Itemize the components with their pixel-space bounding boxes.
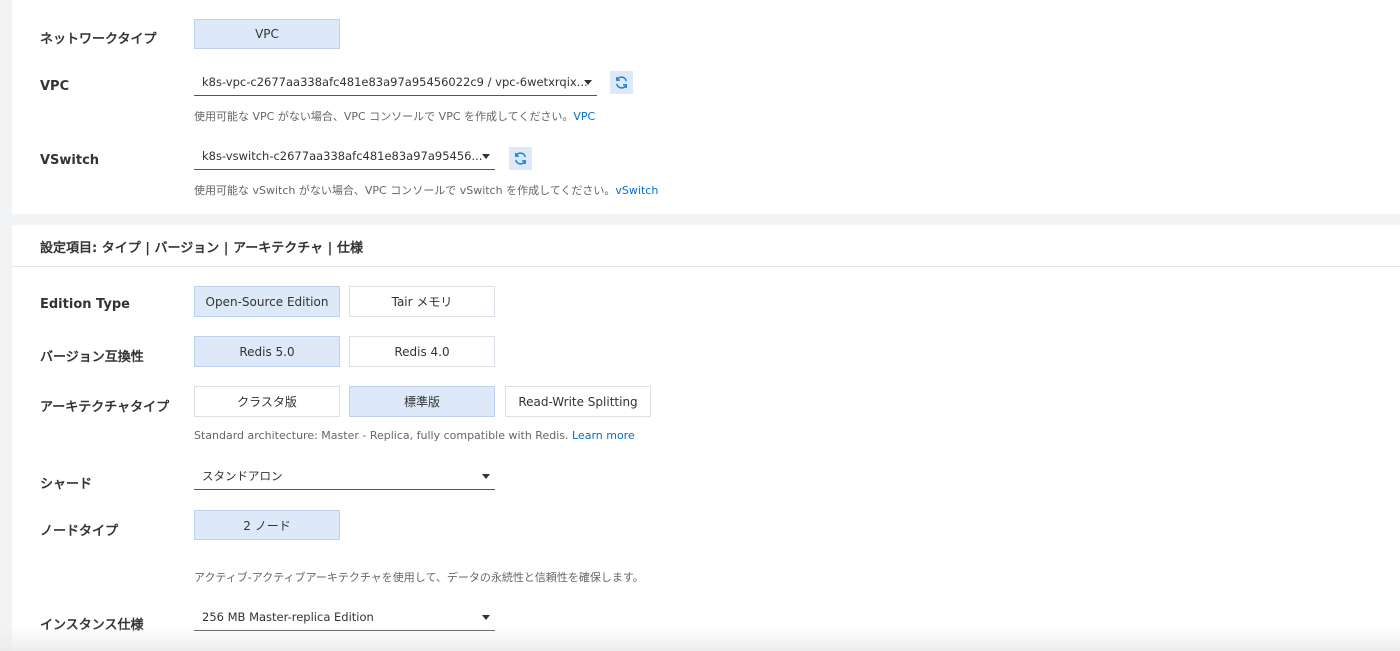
vpc-help: 使用可能な VPC がない場合、VPC コンソールで VPC を作成してください… bbox=[194, 110, 596, 123]
shard-label: シャード bbox=[40, 477, 93, 492]
config-panel: 設定項目: タイプ | バージョン | アーキテクチャ | 仕様 Edition… bbox=[12, 225, 1400, 651]
network-panel: ネットワークタイプ VPC VPC k8s-vpc-c2677aa338afc4… bbox=[12, 0, 1400, 214]
caret-down-icon bbox=[482, 154, 490, 159]
section-divider bbox=[12, 266, 1400, 267]
node-type-label: ノードタイプ bbox=[40, 524, 119, 539]
edition-type-label: Edition Type bbox=[40, 297, 130, 312]
shard-select-value: スタンドアロン bbox=[202, 469, 283, 483]
caret-down-icon bbox=[482, 474, 490, 479]
vpc-select[interactable]: k8s-vpc-c2677aa338afc481e83a97a95456022c… bbox=[194, 70, 597, 96]
refresh-icon bbox=[515, 152, 526, 165]
node-type-2-node-option[interactable]: 2 ノード bbox=[194, 510, 340, 540]
node-type-help: アクティブ-アクティブアーキテクチャを使用して、データの永続性と信頼性を確保しま… bbox=[194, 571, 644, 584]
shard-select[interactable]: スタンドアロン bbox=[194, 464, 495, 490]
vswitch-refresh-button[interactable] bbox=[509, 147, 532, 170]
vpc-select-value: k8s-vpc-c2677aa338afc481e83a97a95456022c… bbox=[202, 75, 588, 89]
instance-spec-select[interactable]: 256 MB Master-replica Edition bbox=[194, 605, 495, 631]
vswitch-label: VSwitch bbox=[40, 153, 100, 168]
instance-spec-label: インスタンス仕様 bbox=[40, 618, 144, 633]
architecture-help: Standard architecture: Master - Replica,… bbox=[194, 429, 635, 442]
vpc-console-link[interactable]: VPC bbox=[573, 110, 595, 123]
instance-spec-select-value: 256 MB Master-replica Edition bbox=[202, 610, 374, 624]
vswitch-console-link[interactable]: vSwitch bbox=[615, 184, 658, 197]
architecture-cluster-option[interactable]: クラスタ版 bbox=[194, 386, 340, 417]
section-title: 設定項目: タイプ | バージョン | アーキテクチャ | 仕様 bbox=[40, 241, 363, 256]
vpc-label: VPC bbox=[40, 79, 70, 94]
caret-down-icon bbox=[482, 615, 490, 620]
architecture-label: アーキテクチャタイプ bbox=[40, 400, 170, 415]
vswitch-help: 使用可能な vSwitch がない場合、VPC コンソールで vSwitch を… bbox=[194, 184, 659, 197]
caret-down-icon bbox=[584, 80, 592, 85]
edition-open-source-option[interactable]: Open-Source Edition bbox=[194, 286, 340, 317]
network-type-vpc-option[interactable]: VPC bbox=[194, 19, 340, 49]
vswitch-select[interactable]: k8s-vswitch-c2677aa338afc481e83a97a95456… bbox=[194, 144, 495, 170]
network-type-label: ネットワークタイプ bbox=[40, 32, 157, 47]
version-redis-40-option[interactable]: Redis 4.0 bbox=[349, 336, 495, 367]
refresh-icon bbox=[616, 76, 627, 89]
vpc-refresh-button[interactable] bbox=[610, 71, 633, 94]
version-label: バージョン互換性 bbox=[40, 350, 144, 365]
edition-tair-option[interactable]: Tair メモリ bbox=[349, 286, 495, 317]
architecture-standard-option[interactable]: 標準版 bbox=[349, 386, 495, 417]
version-redis-50-option[interactable]: Redis 5.0 bbox=[194, 336, 340, 367]
learn-more-link[interactable]: Learn more bbox=[572, 429, 635, 442]
vswitch-select-value: k8s-vswitch-c2677aa338afc481e83a97a95456… bbox=[202, 149, 483, 163]
architecture-rw-splitting-option[interactable]: Read-Write Splitting bbox=[505, 386, 651, 417]
